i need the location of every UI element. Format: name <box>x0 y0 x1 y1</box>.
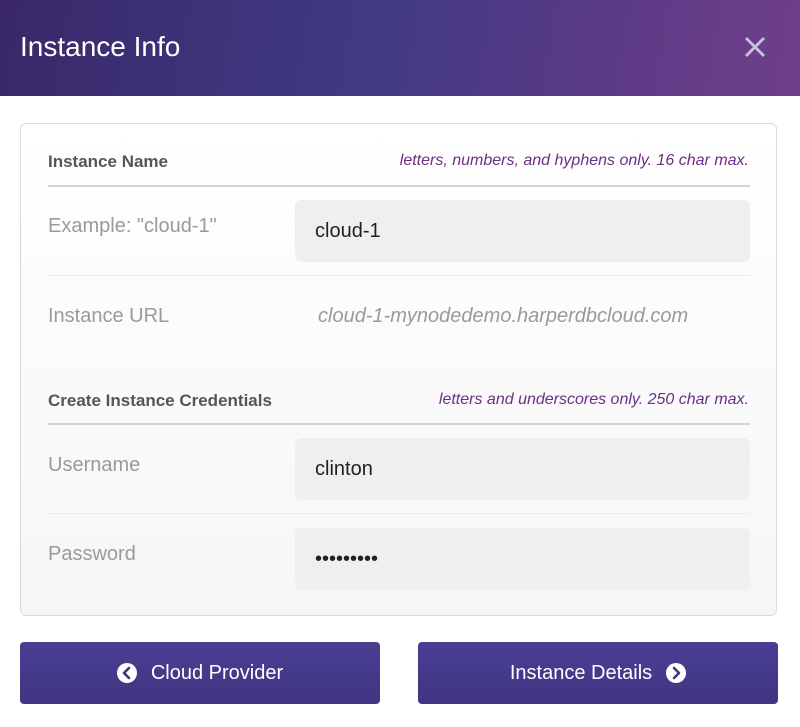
password-label: Password <box>48 543 136 565</box>
modal-header: Instance Info <box>0 0 800 96</box>
password-input[interactable] <box>295 528 750 590</box>
close-icon <box>745 37 765 57</box>
chevron-right-circle-icon <box>666 663 687 683</box>
instance-name-input[interactable] <box>295 200 750 262</box>
instance-details-label: Instance Details <box>509 661 653 684</box>
divider <box>48 513 750 514</box>
cloud-provider-label: Cloud Provider <box>150 661 284 684</box>
close-button[interactable] <box>738 30 772 64</box>
credentials-hint: letters and underscores only. 250 char m… <box>438 391 749 408</box>
instance-url-value: cloud-1-mynodedemo.harperdbcloud.com <box>318 305 689 327</box>
chevron-left-circle-icon <box>116 663 137 683</box>
instance-name-hint: letters, numbers, and hyphens only. 16 c… <box>399 152 749 169</box>
instance-form-card: Instance Name letters, numbers, and hyph… <box>20 123 777 616</box>
divider <box>48 275 750 276</box>
modal-title: Instance Info <box>20 31 181 62</box>
instance-name-heading: Instance Name <box>48 152 168 171</box>
divider <box>48 423 750 425</box>
username-input[interactable] <box>295 438 750 500</box>
divider <box>48 185 750 187</box>
instance-url-label: Instance URL <box>48 305 170 327</box>
instance-details-button[interactable]: Instance Details <box>418 642 778 704</box>
username-label: Username <box>48 454 141 476</box>
cloud-provider-button[interactable]: Cloud Provider <box>20 642 380 704</box>
credentials-heading: Create Instance Credentials <box>48 391 272 410</box>
instance-name-field-label: Example: "cloud-1" <box>48 215 217 237</box>
